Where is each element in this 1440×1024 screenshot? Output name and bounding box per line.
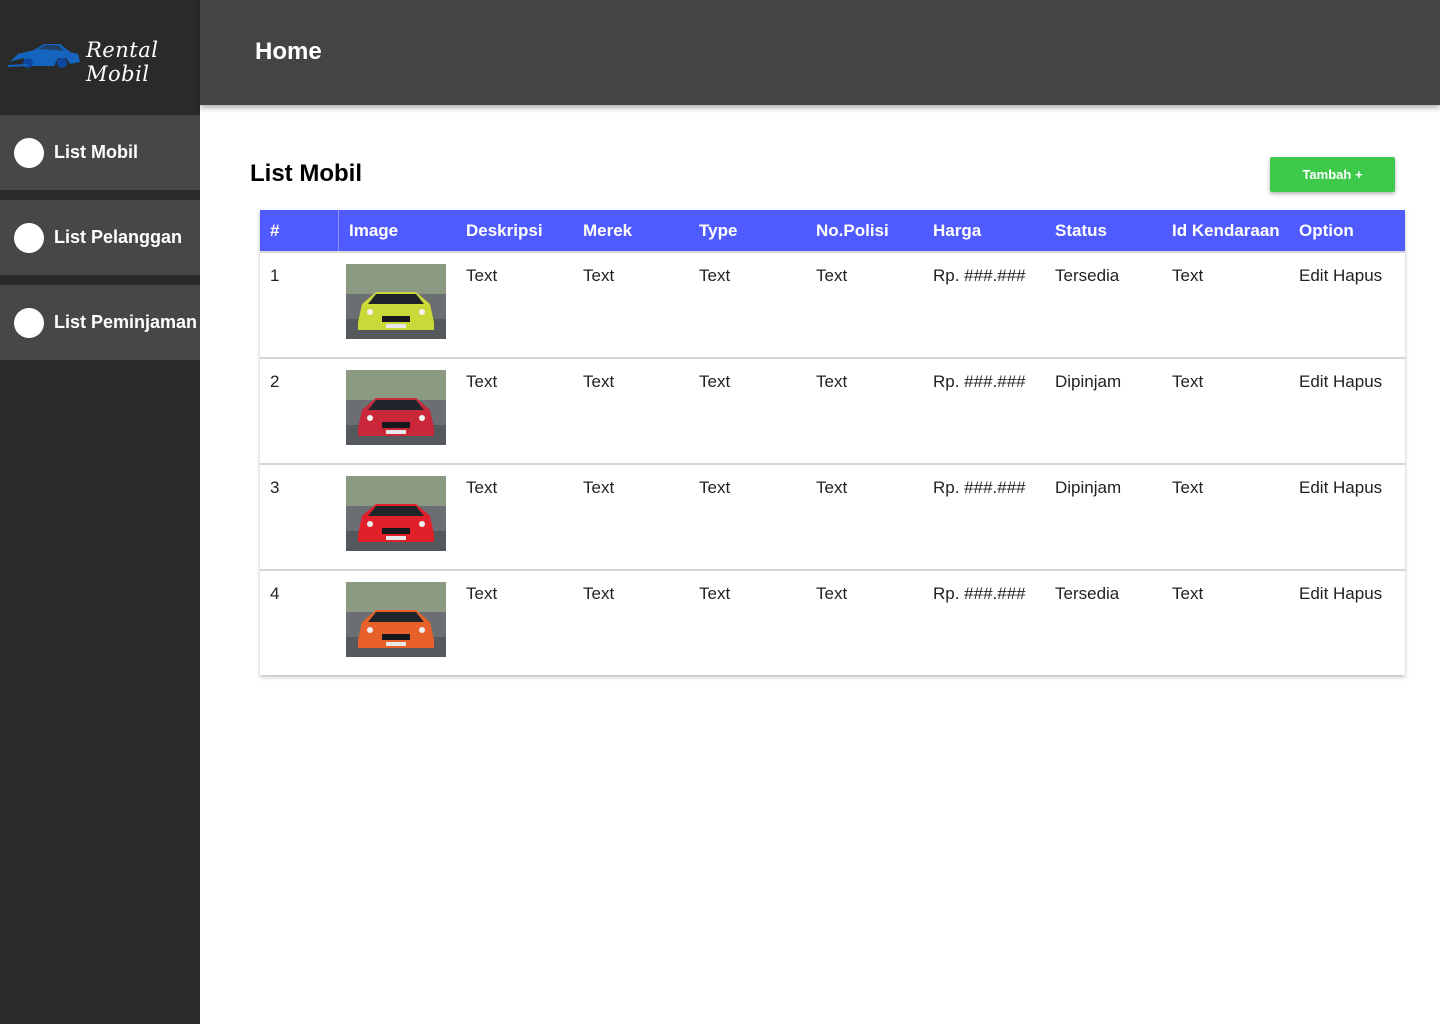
type-cell: Text [699, 372, 731, 391]
hapus-link[interactable]: Hapus [1333, 584, 1382, 603]
car-photo [346, 476, 446, 551]
merek-cell: Text [583, 478, 615, 497]
car-image-cell [339, 465, 456, 569]
car-photo [346, 582, 446, 657]
row-number: 1 [270, 266, 280, 285]
sidebar-item-list-mobil[interactable]: List Mobil [0, 115, 200, 190]
id-kendaraan-cell: Text [1172, 266, 1204, 285]
type-cell: Text [699, 584, 731, 603]
type-cell: Text [699, 266, 731, 285]
status-cell: Tersedia [1055, 584, 1120, 603]
merek-cell: Text [583, 584, 615, 603]
no-polisi-cell: Text [816, 266, 848, 285]
hapus-link[interactable]: Hapus [1333, 266, 1382, 285]
column-header: # [260, 210, 339, 251]
no-polisi-cell: Text [816, 478, 848, 497]
nav-dot-icon [14, 137, 44, 168]
status-cell: Dipinjam [1055, 478, 1122, 497]
id-kendaraan-cell: Text [1172, 584, 1204, 603]
id-kendaraan-cell: Text [1172, 372, 1204, 391]
harga-cell: Rp. ###.### [933, 584, 1026, 603]
option-cell: Edit Hapus [1289, 571, 1405, 675]
table-row: 3 Text Text Text Text Rp. ###.### Dipinjam Text… [260, 463, 1405, 569]
merek-cell: Text [583, 266, 615, 285]
sidebar-item-list-peminjaman[interactable]: List Peminjaman [0, 285, 200, 360]
edit-link[interactable]: Edit [1299, 478, 1328, 497]
deskripsi-cell: Text [466, 372, 498, 391]
harga-cell: Rp. ###.### [933, 478, 1026, 497]
column-header: No.Polisi [816, 220, 889, 240]
option-cell: Edit Hapus [1289, 359, 1405, 463]
harga-cell: Rp. ###.### [933, 266, 1026, 285]
column-header: Harga [933, 220, 982, 240]
car-photo [346, 370, 446, 445]
option-cell: Edit Hapus [1289, 253, 1405, 357]
no-polisi-cell: Text [816, 372, 848, 391]
id-kendaraan-cell: Text [1172, 478, 1204, 497]
nav-dot-icon [14, 222, 44, 253]
table-row: 2 Text Text Text Text Rp. ###.### Dipinjam Text… [260, 357, 1405, 463]
deskripsi-cell: Text [466, 584, 498, 603]
edit-link[interactable]: Edit [1299, 266, 1328, 285]
column-header: Option [1299, 220, 1354, 240]
sidebar-item-list-pelanggan[interactable]: List Pelanggan [0, 200, 200, 275]
sidebar: Rental Mobil List Mobil List Pelanggan L… [0, 0, 200, 1024]
merek-cell: Text [583, 372, 615, 391]
option-cell: Edit Hapus [1289, 465, 1405, 569]
column-header: Deskripsi [466, 220, 543, 240]
column-header: Type [699, 220, 738, 240]
page-header-title: Home [255, 38, 322, 65]
deskripsi-cell: Text [466, 478, 498, 497]
status-cell: Dipinjam [1055, 372, 1122, 391]
edit-link[interactable]: Edit [1299, 584, 1328, 603]
car-photo [346, 264, 446, 339]
column-header: Id Kendaraan [1172, 220, 1280, 240]
brand[interactable]: Rental Mobil [0, 0, 200, 105]
add-button[interactable]: Tambah + [1270, 157, 1395, 192]
row-number: 2 [270, 372, 280, 391]
column-header: Image [349, 220, 399, 240]
no-polisi-cell: Text [816, 584, 848, 603]
table-body: 1 Text Text Text Text Rp. ###.### Tersedia Text… [260, 251, 1405, 675]
column-header: Merek [583, 220, 633, 240]
sidebar-item-label: List Mobil [54, 142, 138, 162]
car-logo-icon [8, 44, 80, 68]
status-cell: Tersedia [1055, 266, 1120, 285]
table-row: 4 Text Text Text Text Rp. ###.### Tersedia Text… [260, 569, 1405, 675]
hapus-link[interactable]: Hapus [1333, 478, 1382, 497]
topbar: Home [200, 0, 1440, 105]
row-number: 3 [270, 478, 280, 497]
edit-link[interactable]: Edit [1299, 372, 1328, 391]
table-row: 1 Text Text Text Text Rp. ###.### Tersedia Text… [260, 251, 1405, 357]
deskripsi-cell: Text [466, 266, 498, 285]
hapus-link[interactable]: Hapus [1333, 372, 1382, 391]
sidebar-item-label: List Pelanggan [54, 227, 183, 247]
car-image-cell [339, 571, 456, 675]
row-number: 4 [270, 584, 280, 603]
car-image-cell [339, 253, 456, 357]
harga-cell: Rp. ###.### [933, 372, 1026, 391]
brand-name: Rental Mobil [86, 38, 159, 86]
nav-dot-icon [14, 307, 44, 338]
sidebar-item-label: List Peminjaman [54, 312, 198, 332]
car-image-cell [339, 359, 456, 463]
type-cell: Text [699, 478, 731, 497]
column-header: Status [1055, 220, 1107, 240]
table-header: # Image Deskripsi Merek Type No.Polisi H… [260, 210, 1405, 251]
page-title: List Mobil [250, 160, 362, 187]
car-table: # Image Deskripsi Merek Type No.Polisi H… [260, 210, 1405, 675]
